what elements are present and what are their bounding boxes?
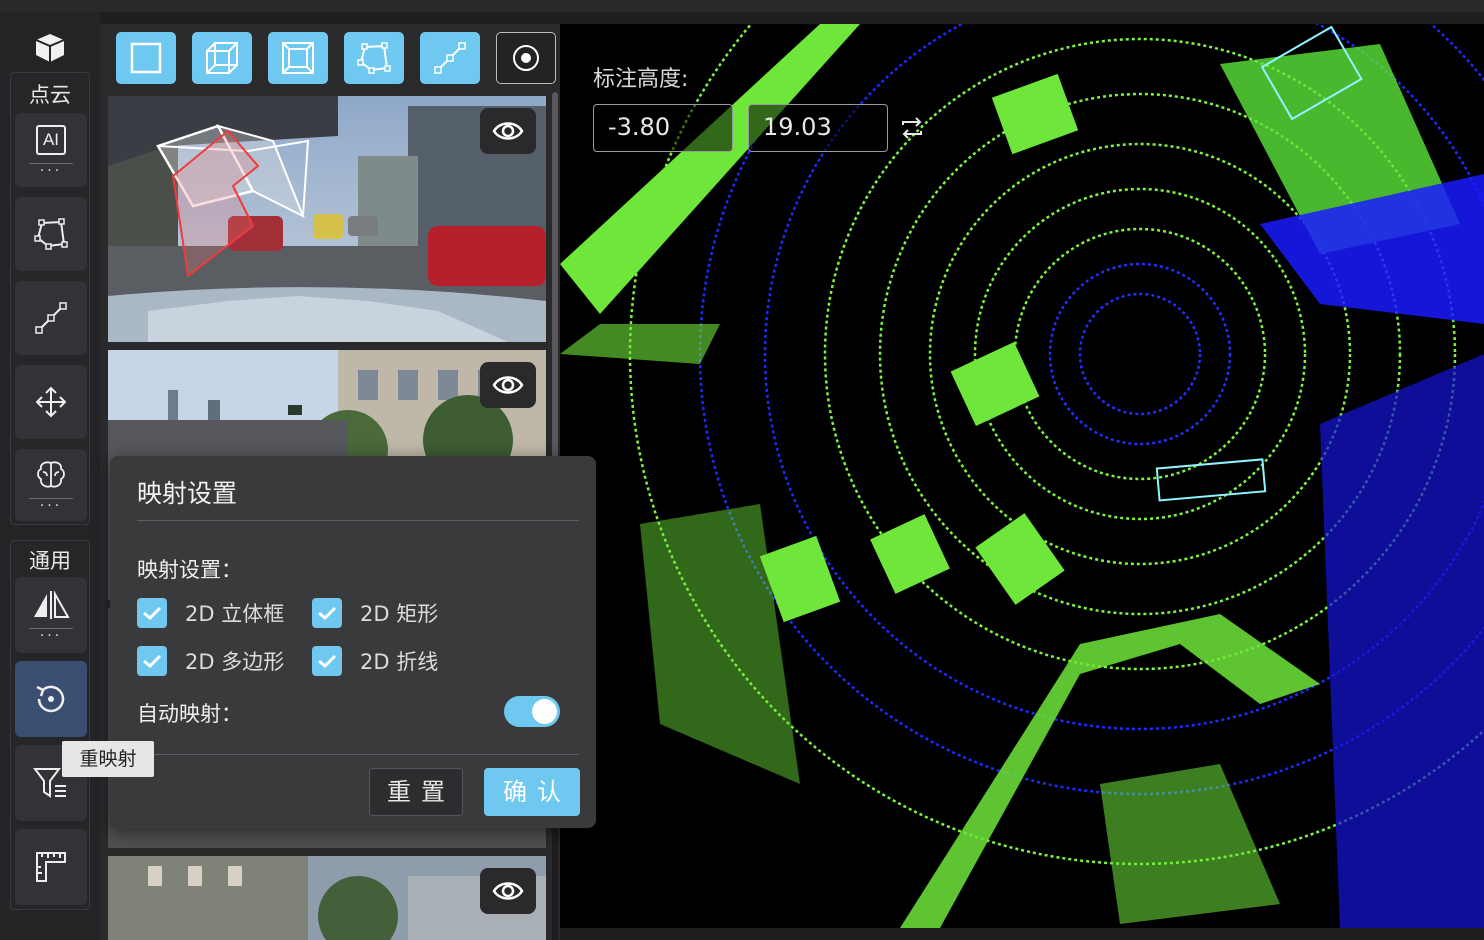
toggle-knob bbox=[532, 699, 557, 724]
toggle-visibility-button[interactable] bbox=[480, 108, 536, 154]
reset-button[interactable]: 重置 bbox=[369, 768, 463, 816]
flip-icon bbox=[34, 589, 70, 619]
polyline-tool-button[interactable] bbox=[15, 281, 87, 355]
confirm-button[interactable]: 确认 bbox=[484, 768, 580, 816]
option-label: 2D 多边形 bbox=[185, 650, 285, 674]
move-icon bbox=[35, 386, 67, 418]
pointcloud-viewport[interactable]: 标注高度: -3.80 19.03 bbox=[560, 24, 1484, 928]
left-toolbar: 点云 AI ··· ··· 通用 ··· bbox=[0, 12, 100, 940]
more-dots[interactable]: ··· bbox=[40, 629, 62, 643]
swap-icon[interactable] bbox=[900, 116, 924, 144]
annotation-mode-bar bbox=[100, 24, 560, 92]
dialog-divider bbox=[137, 520, 579, 521]
remap-icon bbox=[36, 685, 65, 713]
brain-icon bbox=[37, 460, 65, 487]
remap-tool-button[interactable] bbox=[15, 661, 87, 737]
polygon-icon bbox=[357, 42, 391, 74]
mode-cube-button[interactable] bbox=[268, 32, 328, 84]
ai-icon: AI bbox=[36, 124, 66, 155]
height-max-input[interactable]: 19.03 bbox=[748, 104, 888, 152]
annotation-height-label: 标注高度: bbox=[593, 67, 689, 92]
check-icon bbox=[312, 646, 342, 676]
polygon-icon bbox=[34, 218, 68, 250]
polygon-tool-button[interactable] bbox=[15, 197, 87, 271]
eye-icon bbox=[492, 376, 524, 394]
point-icon bbox=[513, 45, 539, 71]
pointcloud-canvas bbox=[560, 24, 1484, 928]
cube-icon bbox=[282, 42, 314, 74]
option-2d-polyline-checkbox[interactable]: 2D 折线 bbox=[312, 646, 438, 676]
eye-icon bbox=[492, 882, 524, 900]
toggle-visibility-button[interactable] bbox=[480, 868, 536, 914]
mapping-settings-dialog: 映射设置 映射设置： 2D 立体框 2D 矩形 2D 多边形 2D 折线 自动映… bbox=[110, 456, 596, 828]
more-dots[interactable]: ··· bbox=[40, 499, 62, 513]
eye-icon bbox=[492, 122, 524, 140]
option-label: 2D 矩形 bbox=[360, 602, 439, 626]
check-icon bbox=[137, 598, 167, 628]
mode-cuboid-button[interactable] bbox=[192, 32, 252, 84]
dialog-title: 映射设置 bbox=[137, 479, 238, 508]
mapping-section-label: 映射设置： bbox=[137, 558, 242, 582]
general-tool-group: 通用 ··· bbox=[10, 540, 90, 910]
polyline-icon bbox=[35, 302, 67, 334]
move-tool-button[interactable] bbox=[15, 365, 87, 439]
option-2d-rect-checkbox[interactable]: 2D 矩形 bbox=[312, 598, 438, 628]
mirror-tool-button[interactable]: ··· bbox=[15, 577, 87, 653]
dialog-divider bbox=[137, 754, 579, 755]
group-label-general: 通用 bbox=[29, 549, 71, 573]
ai-tool-button[interactable]: AI ··· bbox=[15, 113, 87, 187]
brain-tool-button[interactable]: ··· bbox=[15, 449, 87, 521]
toggle-visibility-button[interactable] bbox=[480, 362, 536, 408]
remap-tooltip: 重映射 bbox=[62, 741, 154, 777]
check-icon bbox=[312, 598, 342, 628]
cube-logo-icon bbox=[33, 32, 67, 68]
mode-polyline-button[interactable] bbox=[420, 32, 480, 84]
ruler-icon bbox=[36, 852, 66, 882]
top-bar bbox=[0, 0, 1484, 12]
camera-view-1[interactable] bbox=[108, 96, 546, 342]
check-icon bbox=[137, 646, 167, 676]
camera-view-4[interactable] bbox=[108, 856, 546, 940]
option-2d-cuboid-checkbox[interactable]: 2D 立体框 bbox=[137, 598, 284, 628]
cuboid-icon bbox=[206, 42, 238, 74]
polyline-icon bbox=[434, 42, 466, 74]
height-min-input[interactable]: -3.80 bbox=[593, 104, 733, 152]
option-label: 2D 折线 bbox=[360, 650, 439, 674]
camera-scrollbar[interactable] bbox=[552, 92, 558, 472]
option-label: 2D 立体框 bbox=[185, 602, 285, 626]
more-dots[interactable]: ··· bbox=[40, 164, 62, 178]
mode-rect-button[interactable] bbox=[116, 32, 176, 84]
ruler-tool-button[interactable] bbox=[15, 829, 87, 905]
auto-map-label: 自动映射： bbox=[137, 702, 242, 726]
mode-point-button[interactable] bbox=[496, 32, 556, 84]
auto-map-toggle[interactable] bbox=[504, 696, 560, 727]
group-label-pointcloud: 点云 bbox=[29, 83, 71, 107]
option-2d-polygon-checkbox[interactable]: 2D 多边形 bbox=[137, 646, 284, 676]
rect-icon bbox=[130, 42, 162, 74]
pointcloud-tool-group: 点云 AI ··· ··· bbox=[10, 72, 90, 525]
mode-polygon-button[interactable] bbox=[344, 32, 404, 84]
